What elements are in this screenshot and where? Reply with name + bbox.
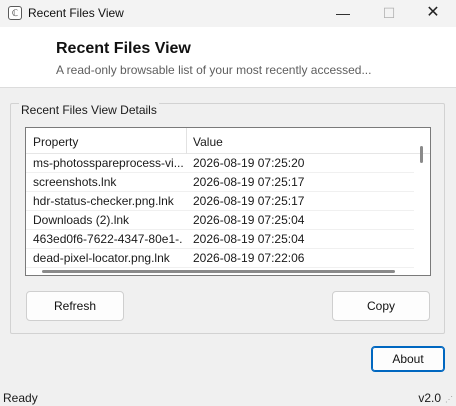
list-row[interactable]: screenshots.lnk 2026-08-19 07:25:17	[26, 173, 414, 192]
page-subtitle: A read-only browsable list of your most …	[56, 63, 372, 77]
minimize-button[interactable]: —	[320, 0, 366, 27]
row-property: dead-pixel-locator.png.lnk	[33, 251, 170, 265]
window-title: Recent Files View	[28, 6, 124, 20]
copy-button[interactable]: Copy	[332, 291, 430, 321]
row-value: 2026-08-19 07:25:17	[193, 194, 305, 208]
status-text: Ready	[3, 391, 38, 405]
list-row[interactable]: Downloads (2).lnk 2026-08-19 07:25:04	[26, 211, 414, 230]
details-list[interactable]: Property Value ms-photosspareprocess-vi.…	[25, 127, 431, 276]
about-button[interactable]: About	[371, 346, 445, 372]
row-value: 2026-08-19 07:22:06	[193, 251, 305, 265]
row-value: 2026-08-19 07:25:17	[193, 175, 305, 189]
title-bar: ℂ Recent Files View — ☐ ✕	[0, 0, 456, 27]
page-header: Recent Files View A read-only browsable …	[0, 27, 456, 88]
version-label: v2.0	[418, 391, 441, 405]
status-bar: Ready v2.0 ⋰	[0, 388, 456, 406]
column-header-value[interactable]: Value	[193, 135, 223, 149]
row-value: 2026-08-19 07:25:04	[193, 232, 305, 246]
list-row[interactable]: dead-pixel-locator.png.lnk 2026-08-19 07…	[26, 249, 414, 268]
row-property: Downloads (2).lnk	[33, 213, 130, 227]
row-property: ms-photosspareprocess-vi...	[33, 156, 183, 170]
list-row[interactable]: ms-photosspareprocess-vi... 2026-08-19 0…	[26, 154, 414, 173]
row-value: 2026-08-19 07:25:04	[193, 213, 305, 227]
list-header: Property Value	[26, 128, 430, 154]
app-icon: ℂ	[8, 6, 22, 20]
page-title: Recent Files View	[56, 40, 191, 57]
resize-grip-icon[interactable]: ⋰	[445, 395, 454, 404]
list-row[interactable]: 463ed0f6-7622-4347-80e1-... 2026-08-19 0…	[26, 230, 414, 249]
row-value: 2026-08-19 07:25:20	[193, 156, 305, 170]
column-header-property[interactable]: Property	[33, 135, 78, 149]
maximize-button[interactable]: ☐	[366, 0, 412, 27]
vertical-scrollbar[interactable]	[420, 146, 423, 163]
horizontal-scrollbar[interactable]	[42, 270, 395, 273]
row-property: 463ed0f6-7622-4347-80e1-...	[33, 232, 183, 246]
row-property: screenshots.lnk	[33, 175, 117, 189]
group-label: Recent Files View Details	[19, 103, 159, 117]
list-row[interactable]: hdr-status-checker.png.lnk 2026-08-19 07…	[26, 192, 414, 211]
row-property: hdr-status-checker.png.lnk	[33, 194, 174, 208]
close-button[interactable]: ✕	[410, 0, 456, 27]
column-divider[interactable]	[186, 128, 187, 154]
refresh-button[interactable]: Refresh	[26, 291, 124, 321]
